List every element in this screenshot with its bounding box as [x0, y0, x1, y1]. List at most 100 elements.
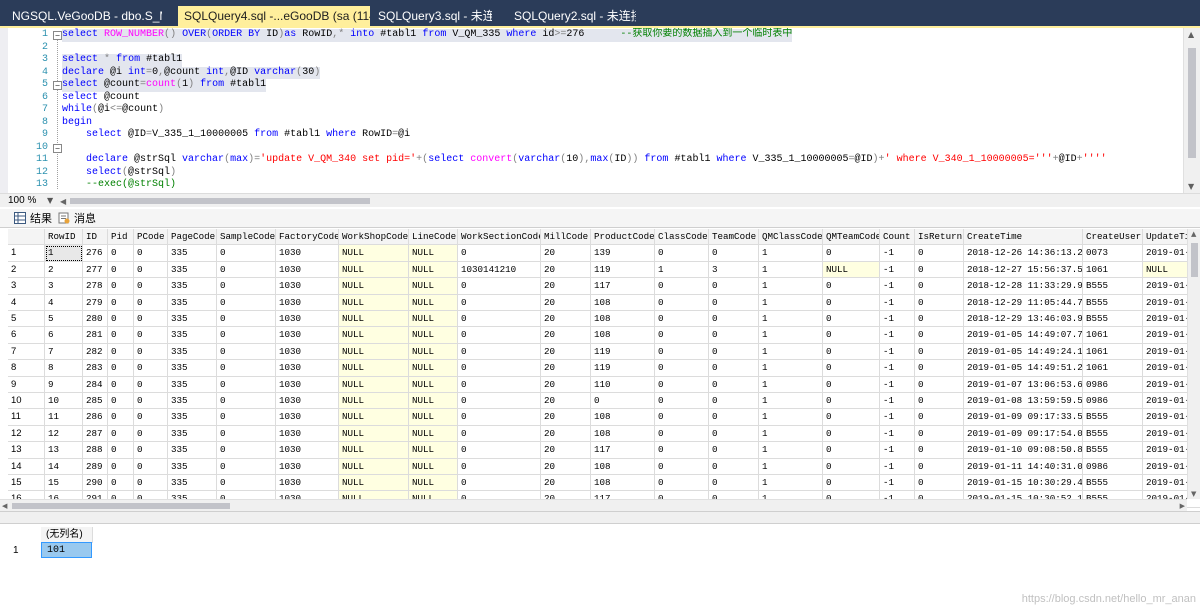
- grid-cell[interactable]: 0: [823, 327, 880, 344]
- grid-cell[interactable]: 0: [108, 327, 134, 344]
- grid-header-cell[interactable]: Pid: [108, 229, 134, 246]
- grid-cell-selected[interactable]: 1: [45, 245, 83, 262]
- grid-cell[interactable]: 0: [217, 376, 276, 393]
- results-grid-2[interactable]: (无列名) 1 101 https://blog.csdn.net/hello_…: [0, 524, 1200, 609]
- grid-cell[interactable]: 0: [134, 393, 168, 410]
- grid-cell[interactable]: 0: [655, 425, 709, 443]
- grid-cell[interactable]: 0: [709, 442, 759, 459]
- grid-cell[interactable]: 0: [108, 393, 134, 410]
- grid-cell[interactable]: 0: [108, 409, 134, 426]
- scroll-up-icon[interactable]: ▲: [1188, 30, 1194, 39]
- grid-cell[interactable]: 335: [168, 343, 217, 361]
- grid-cell[interactable]: 1: [759, 458, 823, 475]
- grid-cell[interactable]: 6: [45, 327, 83, 344]
- grid-cell[interactable]: 0: [823, 376, 880, 393]
- grid-cell[interactable]: 0: [655, 294, 709, 311]
- grid-cell[interactable]: B555: [1083, 409, 1143, 426]
- editor-horizontal-scroll-thumb[interactable]: [70, 198, 370, 204]
- grid-header-cell[interactable]: TeamCode: [709, 229, 759, 246]
- grid-cell[interactable]: NULL: [409, 409, 458, 426]
- grid-cell[interactable]: 1030: [276, 278, 339, 295]
- grid-cell[interactable]: 0: [915, 245, 964, 262]
- grid-cell[interactable]: 0: [134, 360, 168, 377]
- grid-cell[interactable]: 108: [591, 294, 655, 311]
- grid-cell[interactable]: 2019-01-09 09:17:33.590: [964, 409, 1083, 426]
- grid-cell[interactable]: -1: [880, 409, 915, 426]
- grid-cell[interactable]: 0: [217, 393, 276, 410]
- grid-cell[interactable]: 0: [134, 475, 168, 492]
- grid-cell[interactable]: 108: [591, 458, 655, 475]
- grid-cell[interactable]: 1061: [1083, 343, 1143, 361]
- scroll-thumb[interactable]: [1188, 48, 1196, 158]
- grid-cell[interactable]: 0: [823, 294, 880, 311]
- grid-cell[interactable]: 2018-12-29 11:05:44.750: [964, 294, 1083, 311]
- grid-cell[interactable]: 0: [823, 458, 880, 475]
- grid-cell[interactable]: 1030: [276, 327, 339, 344]
- grid-cell[interactable]: 20: [541, 393, 591, 410]
- grid-cell[interactable]: -1: [880, 393, 915, 410]
- zoom-level[interactable]: 100 %: [8, 194, 36, 207]
- row-number[interactable]: 13: [8, 442, 45, 459]
- scroll-left-icon[interactable]: ◀: [60, 197, 66, 206]
- grid-cell[interactable]: 0: [823, 278, 880, 295]
- grid-cell[interactable]: 277: [83, 261, 108, 279]
- grid-cell[interactable]: 2019-01-08 13:59:59.533: [964, 393, 1083, 410]
- row-number[interactable]: 4: [8, 294, 45, 311]
- grid-cell[interactable]: 0: [134, 261, 168, 279]
- row-number[interactable]: 1: [8, 543, 41, 558]
- grid-cell[interactable]: 0: [655, 278, 709, 295]
- grid-cell[interactable]: 0: [823, 343, 880, 361]
- grid-header-cell[interactable]: IsReturn: [915, 229, 964, 246]
- grid-cell[interactable]: 0: [108, 475, 134, 492]
- grid-cell[interactable]: 0: [915, 360, 964, 377]
- grid-cell[interactable]: 0: [823, 360, 880, 377]
- grid-cell[interactable]: NULL: [339, 393, 409, 410]
- grid-cell[interactable]: 0: [655, 245, 709, 262]
- grid-cell[interactable]: 0: [915, 261, 964, 279]
- grid-cell[interactable]: 1061: [1083, 360, 1143, 377]
- grid-cell[interactable]: NULL: [409, 261, 458, 279]
- grid-cell[interactable]: 0073: [1083, 245, 1143, 262]
- grid-cell[interactable]: -1: [880, 294, 915, 311]
- grid-cell[interactable]: 10: [45, 393, 83, 410]
- grid-cell[interactable]: 1: [759, 425, 823, 443]
- tab-results[interactable]: 结果: [14, 211, 52, 227]
- grid-cell[interactable]: 0986: [1083, 458, 1143, 475]
- grid-cell[interactable]: 0: [458, 442, 541, 459]
- grid-cell[interactable]: 276: [83, 245, 108, 262]
- grid-cell[interactable]: NULL: [339, 294, 409, 311]
- grid-cell[interactable]: 0: [823, 393, 880, 410]
- grid-cell[interactable]: 20: [541, 311, 591, 328]
- grid-cell[interactable]: 1030: [276, 442, 339, 459]
- grid-cell[interactable]: 1030: [276, 475, 339, 492]
- grid-cell[interactable]: 0: [915, 376, 964, 393]
- grid-cell[interactable]: 1: [759, 261, 823, 279]
- grid-cell[interactable]: 0: [709, 458, 759, 475]
- grid-cell[interactable]: 108: [591, 425, 655, 443]
- grid-cell[interactable]: 0: [108, 311, 134, 328]
- grid-cell[interactable]: 335: [168, 294, 217, 311]
- row-number[interactable]: 1: [8, 245, 45, 262]
- grid-cell[interactable]: 139: [591, 245, 655, 262]
- grid-cell[interactable]: 285: [83, 393, 108, 410]
- grid-header-cell[interactable]: QMTeamCode: [823, 229, 880, 246]
- grid-cell[interactable]: 0: [217, 327, 276, 344]
- code-line[interactable]: select @count: [62, 92, 140, 105]
- grid-cell[interactable]: 0: [915, 409, 964, 426]
- grid-cell[interactable]: 1: [759, 311, 823, 328]
- grid-cell[interactable]: NULL: [339, 425, 409, 443]
- grid-cell[interactable]: 1: [759, 475, 823, 492]
- grid-cell[interactable]: 1030: [276, 245, 339, 262]
- grid-cell[interactable]: 2019-01-05 14:49:07.757: [964, 327, 1083, 344]
- tab-s-menu[interactable]: NGSQL.VeGooDB - dbo.S_Menu: [0, 6, 162, 27]
- grid-cell[interactable]: 0: [458, 425, 541, 443]
- grid-cell[interactable]: 0: [709, 327, 759, 344]
- grid-cell[interactable]: 0: [823, 475, 880, 492]
- scroll-down-icon[interactable]: ▼: [1191, 490, 1196, 498]
- grid-cell[interactable]: 2018-12-26 14:36:13.243: [964, 245, 1083, 262]
- grid-cell[interactable]: 0: [108, 294, 134, 311]
- grid-cell[interactable]: NULL: [409, 458, 458, 475]
- grid-cell[interactable]: 0: [823, 245, 880, 262]
- grid-cell[interactable]: 0986: [1083, 393, 1143, 410]
- grid-cell[interactable]: 20: [541, 409, 591, 426]
